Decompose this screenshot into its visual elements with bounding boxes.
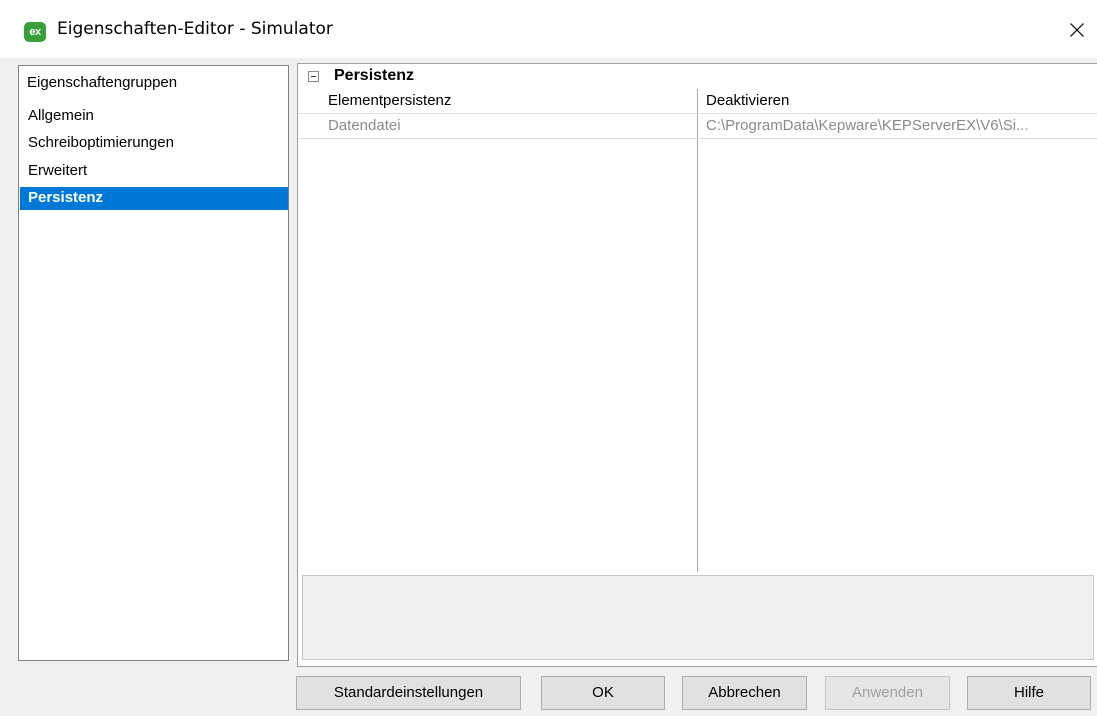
property-value[interactable]: Deaktivieren: [706, 92, 789, 109]
property-row-datendatei: Datendatei C:\ProgramData\Kepware\KEPSer…: [298, 114, 1097, 139]
cancel-button[interactable]: Abbrechen: [682, 676, 807, 710]
property-row-elementpersistenz[interactable]: Elementpersistenz Deaktivieren: [298, 89, 1097, 114]
property-grid-body: Elementpersistenz Deaktivieren Datendate…: [298, 89, 1097, 572]
group-item-erweitert[interactable]: Erweitert: [20, 160, 288, 183]
close-icon: [1070, 23, 1084, 37]
property-groups-list: Eigenschaftengruppen Allgemein Schreibop…: [18, 65, 289, 661]
window-title: Eigenschaften-Editor - Simulator: [57, 19, 333, 39]
ok-button[interactable]: OK: [541, 676, 665, 710]
property-grid: Persistenz Elementpersistenz Deaktiviere…: [297, 63, 1097, 667]
column-divider[interactable]: [697, 89, 698, 572]
defaults-button[interactable]: Standardeinstellungen: [296, 676, 521, 710]
category-row: Persistenz: [298, 64, 1097, 89]
app-icon: ex: [24, 22, 46, 42]
group-item-persistenz[interactable]: Persistenz: [20, 187, 288, 210]
property-name: Elementpersistenz: [328, 92, 452, 109]
property-description-box: [302, 575, 1094, 660]
help-button[interactable]: Hilfe: [967, 676, 1091, 710]
apply-button[interactable]: Anwenden: [825, 676, 950, 710]
property-value: C:\ProgramData\Kepware\KEPServerEX\V6\Si…: [706, 117, 1029, 134]
category-label: Persistenz: [334, 67, 415, 84]
property-name: Datendatei: [328, 117, 401, 134]
property-groups-header: Eigenschaftengruppen: [27, 74, 178, 91]
collapse-icon[interactable]: [308, 71, 319, 82]
group-item-allgemein[interactable]: Allgemein: [20, 105, 288, 128]
close-button[interactable]: [1060, 14, 1094, 46]
group-item-schreiboptimierungen[interactable]: Schreiboptimierungen: [20, 132, 288, 155]
title-bar: ex Eigenschaften-Editor - Simulator: [0, 0, 1097, 58]
